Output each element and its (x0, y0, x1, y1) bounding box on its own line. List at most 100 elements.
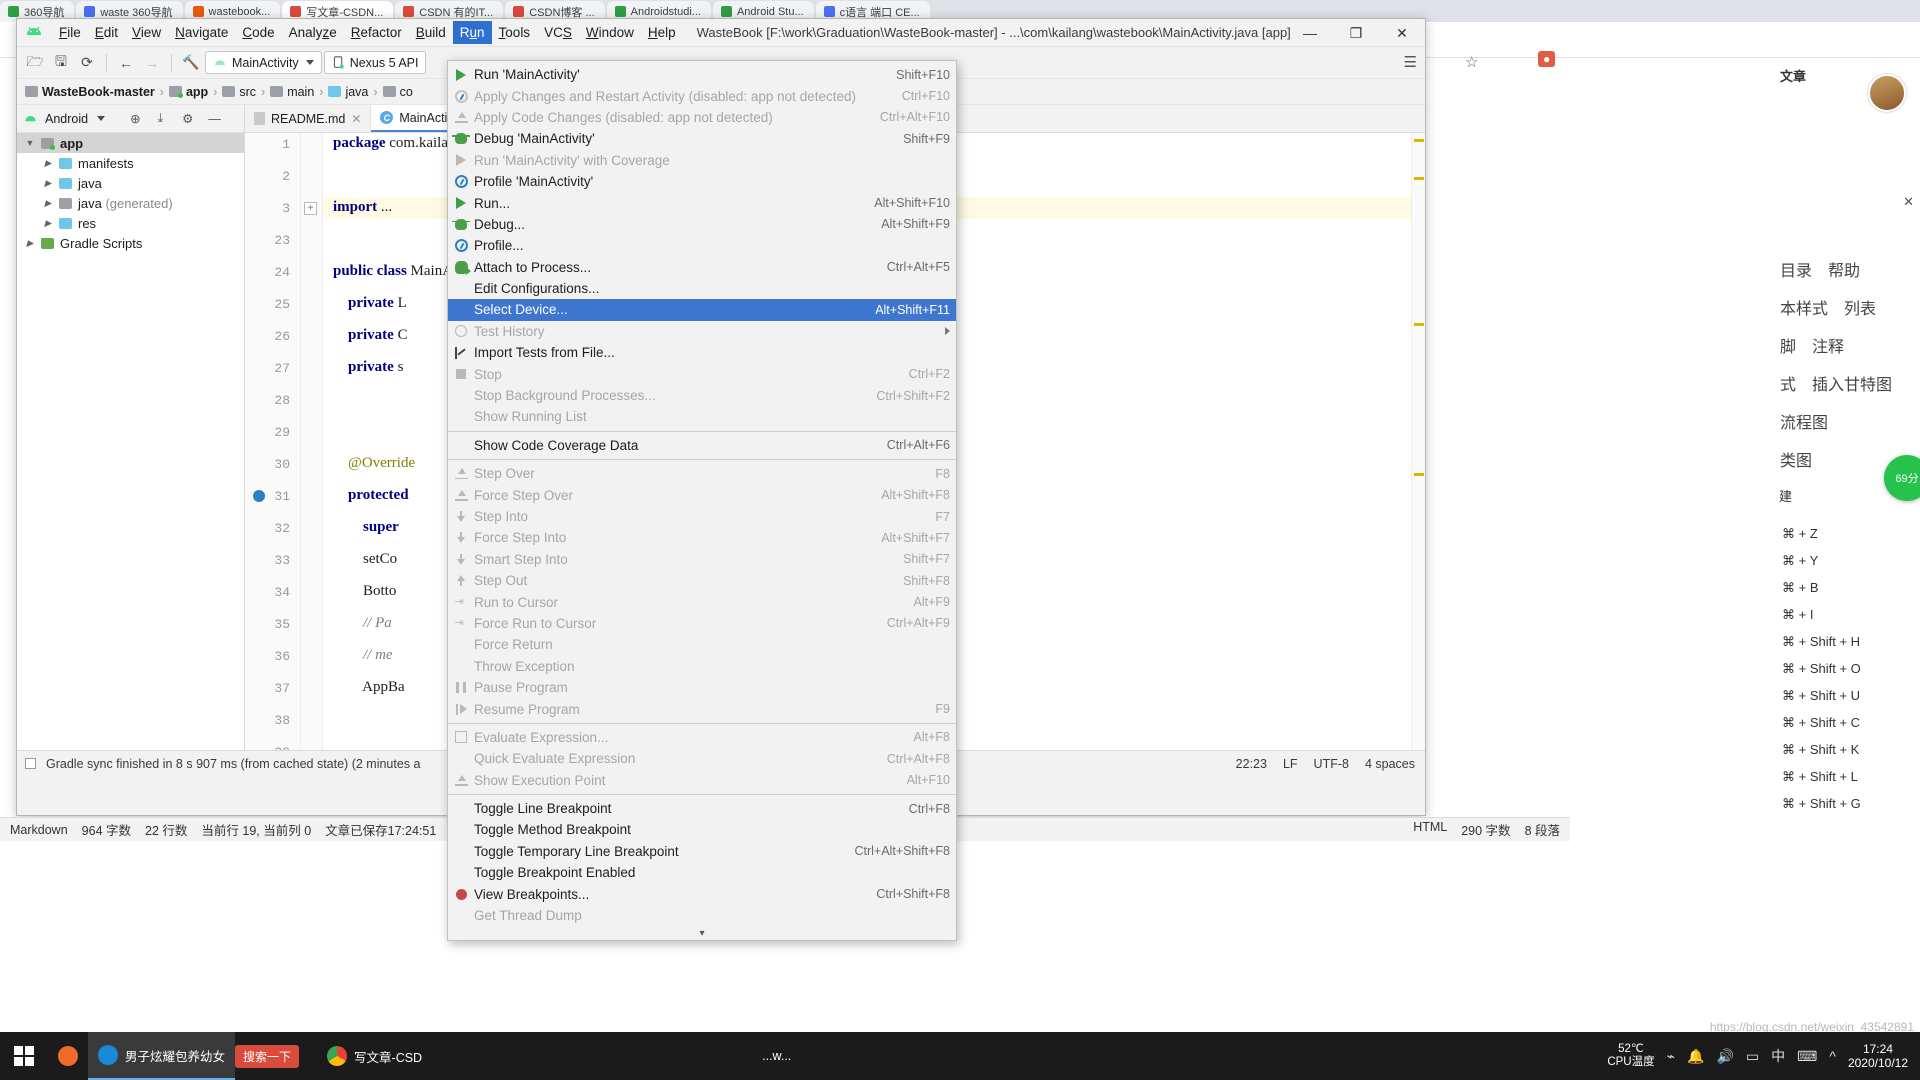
chevron-right-icon[interactable] (43, 218, 53, 229)
tree-item-res[interactable]: res (17, 213, 244, 233)
rail-row[interactable]: 脚注释 (1770, 326, 1920, 364)
run-menu-item[interactable]: Debug...Alt+Shift+F9 (448, 214, 956, 235)
breadcrumb-item[interactable]: WasteBook-master (25, 85, 155, 99)
menu-scroll-down-icon[interactable]: ▾ (448, 926, 956, 940)
close-icon[interactable]: ✕ (1903, 194, 1914, 210)
tree-item-java[interactable]: java (17, 173, 244, 193)
open-folder-icon[interactable]: 🗁 (23, 51, 47, 75)
volume-icon[interactable]: 🔊 (1716, 1048, 1733, 1065)
run-menu-item[interactable]: Toggle Line BreakpointCtrl+F8 (448, 798, 956, 819)
menubar-item-build[interactable]: Build (409, 21, 453, 44)
run-method-marker-icon[interactable] (253, 490, 265, 502)
taskbar-item-chrome[interactable]: 写文章-CSD (317, 1032, 432, 1080)
run-menu-item[interactable]: Run 'MainActivity'Shift+F10 (448, 64, 956, 85)
line-separator[interactable]: LF (1283, 757, 1298, 771)
network-icon[interactable]: ⌁ (1667, 1048, 1675, 1065)
device-selector[interactable]: Nexus 5 API (324, 51, 427, 74)
rail-item[interactable]: 式 (1780, 371, 1796, 395)
rail-row[interactable]: 目录帮助 (1770, 250, 1920, 288)
run-menu-item[interactable]: Profile... (448, 235, 956, 256)
ime-icon[interactable]: 中 (1771, 1046, 1785, 1066)
chevron-down-icon[interactable] (97, 116, 105, 121)
chevron-right-icon[interactable] (43, 158, 53, 169)
breadcrumb-item[interactable]: co (383, 85, 413, 99)
menubar-item-run[interactable]: Run (453, 21, 492, 44)
save-icon[interactable]: 🖫 (49, 51, 73, 75)
close-icon[interactable]: ✕ (351, 112, 361, 126)
run-menu-item[interactable]: Attach to Process...Ctrl+Alt+F5 (448, 257, 956, 278)
menubar-item-navigate[interactable]: Navigate (168, 21, 235, 44)
menubar-item-vcs[interactable]: VCS (537, 21, 579, 44)
chevron-right-icon[interactable] (43, 198, 53, 209)
rail-item[interactable]: 目录 (1780, 257, 1812, 281)
taskbar-item-edge[interactable]: 男子炫耀包养幼女 (88, 1032, 235, 1080)
minimize-icon[interactable]: — (208, 112, 221, 126)
gear-icon[interactable]: ⚙ (182, 111, 193, 126)
tree-item-manifests[interactable]: manifests (17, 153, 244, 173)
breadcrumb-item[interactable]: app (169, 85, 208, 99)
window-controls[interactable]: — ❐ ✕ (1287, 19, 1425, 47)
menubar-item-code[interactable]: Code (235, 21, 281, 44)
breadcrumb-item[interactable]: main (270, 85, 314, 99)
chevron-right-icon[interactable] (25, 238, 35, 249)
menubar-item-refactor[interactable]: Refactor (344, 21, 409, 44)
collapse-icon[interactable]: ⤓ (158, 111, 164, 126)
rail-item[interactable]: 流程图 (1780, 409, 1828, 433)
menubar-item-help[interactable]: Help (641, 21, 683, 44)
tree-item-app[interactable]: app (17, 133, 244, 153)
run-menu-item[interactable]: Run...Alt+Shift+F10 (448, 192, 956, 213)
rail-item[interactable]: 类图 (1780, 447, 1812, 471)
chevron-down-icon[interactable] (25, 138, 35, 148)
warning-marker[interactable] (1414, 177, 1424, 180)
windows-taskbar[interactable]: 男子炫耀包养幼女 搜索一下 写文章-CSD ...w... 52℃ CPU温度 … (0, 1032, 1920, 1080)
run-menu-item[interactable]: Toggle Breakpoint Enabled (448, 862, 956, 883)
taskbar-item-other[interactable]: ...w... (752, 1032, 801, 1080)
hammer-icon[interactable]: 🔨 (179, 51, 203, 75)
battery-icon[interactable]: ▭ (1746, 1048, 1759, 1065)
clock-widget[interactable]: 17:24 2020/10/12 (1848, 1042, 1908, 1071)
rail-row[interactable]: 式插入甘特图 (1770, 364, 1920, 402)
menubar-item-edit[interactable]: Edit (88, 21, 125, 44)
fold-column[interactable]: + (301, 133, 323, 750)
error-stripe[interactable] (1411, 133, 1425, 750)
rail-row[interactable]: 本样式列表 (1770, 288, 1920, 326)
menubar-item-file[interactable]: File (52, 21, 88, 44)
breadcrumb-item[interactable]: src (222, 85, 256, 99)
warning-marker[interactable] (1414, 473, 1424, 476)
indent-setting[interactable]: 4 spaces (1365, 757, 1415, 771)
menubar-item-window[interactable]: Window (579, 21, 641, 44)
tree-item-java[interactable]: java (generated) (17, 193, 244, 213)
chevron-right-icon[interactable] (43, 178, 53, 189)
menubar[interactable]: FileEditViewNavigateCodeAnalyzeRefactorB… (52, 19, 683, 47)
close-button[interactable]: ✕ (1379, 19, 1425, 47)
search-pill-button[interactable]: 搜索一下 (235, 1045, 299, 1068)
avatar[interactable] (1868, 74, 1906, 112)
rail-row[interactable]: 流程图 (1770, 402, 1920, 440)
fold-toggle-icon[interactable]: + (304, 202, 317, 215)
breadcrumb-item[interactable]: java (328, 85, 368, 99)
statusbar-right[interactable]: 22:23 LF UTF-8 4 spaces (1236, 757, 1415, 771)
run-menu-item[interactable]: Profile 'MainActivity' (448, 171, 956, 192)
menubar-item-view[interactable]: View (125, 21, 168, 44)
run-menu-item[interactable]: Toggle Method Breakpoint (448, 819, 956, 840)
rail-item[interactable]: 注释 (1812, 333, 1844, 357)
run-menu-popup[interactable]: Run 'MainActivity'Shift+F10Apply Changes… (447, 60, 957, 941)
rail-item[interactable]: 本样式 (1780, 295, 1828, 319)
star-icon[interactable]: ☆ (1465, 53, 1478, 71)
taskbar-item[interactable] (48, 1032, 88, 1080)
rail-item[interactable]: 脚 (1780, 333, 1796, 357)
run-menu-item[interactable]: Debug 'MainActivity'Shift+F9 (448, 128, 956, 149)
menubar-item-tools[interactable]: Tools (492, 21, 538, 44)
caret-position[interactable]: 22:23 (1236, 757, 1267, 771)
run-configuration-selector[interactable]: MainActivity (205, 51, 322, 74)
encoding[interactable]: UTF-8 (1314, 757, 1349, 771)
rail-row[interactable]: 类图 (1770, 440, 1920, 478)
run-menu-item[interactable]: Show Code Coverage DataCtrl+Alt+F6 (448, 435, 956, 456)
sync-icon[interactable]: ⟳ (75, 51, 99, 75)
tree-item-gradle[interactable]: Gradle Scripts (17, 233, 244, 253)
minimize-button[interactable]: — (1287, 19, 1333, 47)
run-menu-item[interactable]: View Breakpoints...Ctrl+Shift+F8 (448, 883, 956, 904)
warning-marker[interactable] (1414, 139, 1424, 142)
warning-marker[interactable] (1414, 323, 1424, 326)
hamburger-icon[interactable]: ☰ (1404, 53, 1417, 71)
